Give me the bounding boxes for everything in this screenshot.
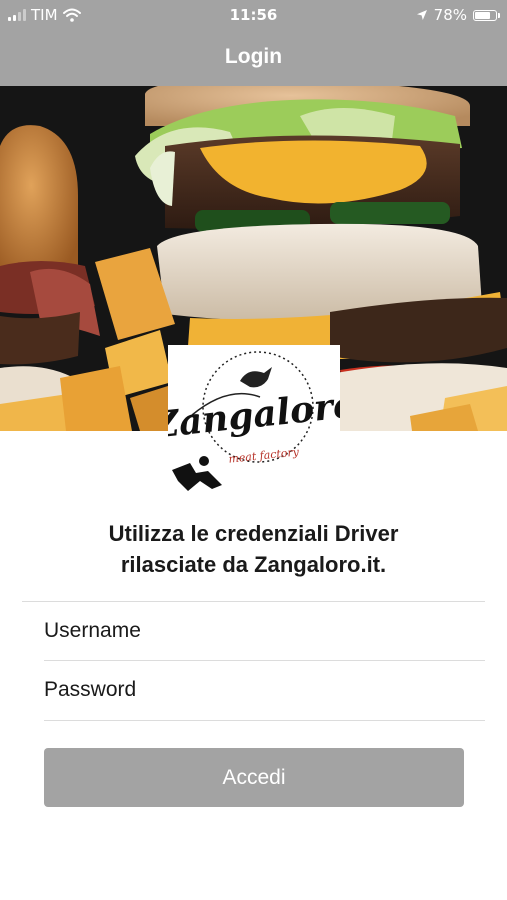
username-input[interactable]: [44, 602, 484, 660]
status-bar: TIM 11:56 78%: [0, 0, 507, 30]
battery-fill: [475, 11, 490, 19]
login-button[interactable]: Accedi: [44, 748, 464, 807]
location-arrow-icon: [416, 10, 427, 20]
brand-tagline: meat factory: [228, 445, 300, 465]
battery-icon: [473, 9, 500, 21]
navigation-bar: Login: [0, 30, 507, 86]
battery-percent: 78%: [433, 6, 467, 24]
brand-wordmark: Zangaloro: [168, 383, 340, 446]
brand-logo: Zangaloro meat factory: [149, 345, 359, 497]
zangaloro-logo-icon: Zangaloro meat factory: [149, 351, 359, 491]
login-instructions: Utilizza le credenziali Driver rilasciat…: [0, 518, 507, 580]
instructions-line-1: Utilizza le credenziali Driver: [108, 521, 399, 546]
password-divider: [44, 720, 485, 721]
password-input[interactable]: [44, 661, 484, 719]
instructions-line-2: rilasciate da Zangaloro.it.: [120, 552, 387, 577]
status-right: 78%: [416, 6, 500, 24]
page-title: Login: [224, 45, 283, 68]
